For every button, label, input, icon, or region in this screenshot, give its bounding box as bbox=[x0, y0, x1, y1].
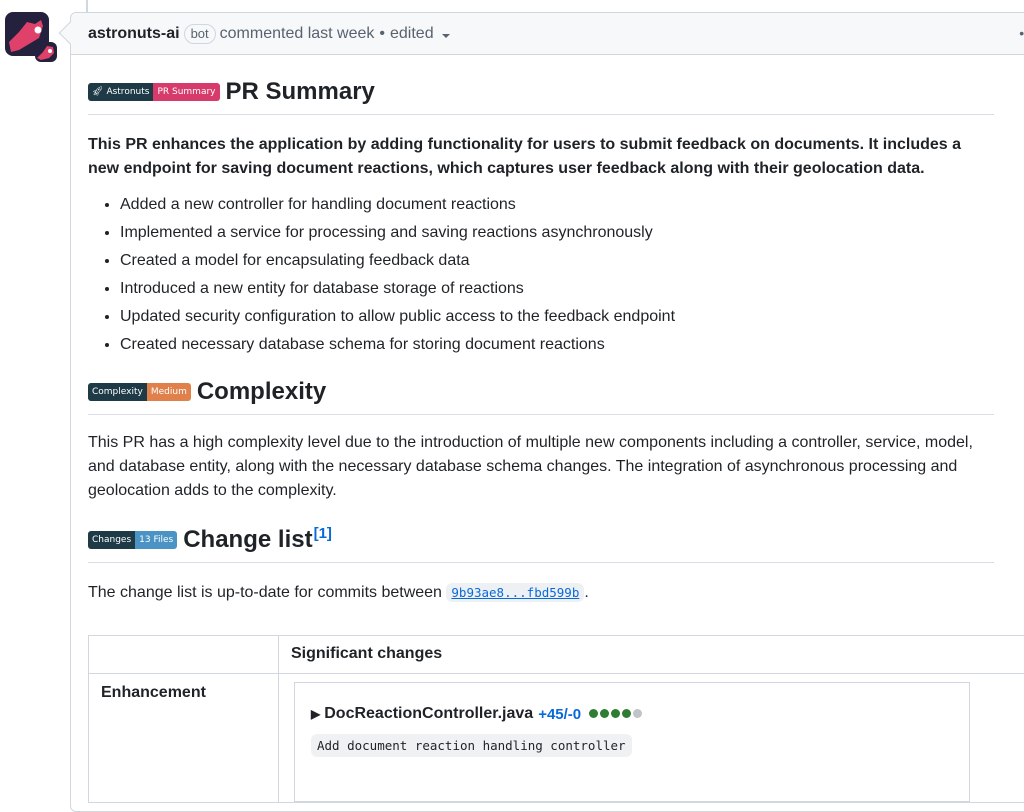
list-item: Added a new controller for handling docu… bbox=[120, 193, 994, 217]
badge-right: Medium bbox=[147, 383, 191, 401]
impact-dots bbox=[589, 705, 644, 723]
summary-lead: This PR enhances the application by addi… bbox=[88, 133, 994, 181]
summary-bullets: Added a new controller for handling docu… bbox=[88, 193, 994, 357]
badge-left-text: Astronuts bbox=[106, 87, 149, 97]
badge-right: 13 Files bbox=[135, 531, 177, 549]
comment-header: astronuts-ai bot commented last week • e… bbox=[71, 13, 1024, 55]
impact-dot-filled bbox=[611, 709, 620, 718]
table-header-significant: Significant changes bbox=[279, 636, 1024, 674]
comment-meta[interactable]: commented last week bbox=[220, 25, 375, 43]
pr-summary-badge: 🚀︎Astronuts PR Summary bbox=[88, 83, 220, 101]
table-row: Enhancement ▶ DocReactionController.java… bbox=[89, 674, 1024, 803]
file-description-wrap: Add document reaction handling controlle… bbox=[311, 737, 953, 755]
edited-dropdown[interactable]: edited bbox=[390, 25, 450, 43]
section-title: Complexity bbox=[197, 378, 326, 406]
caret-down-icon bbox=[442, 34, 450, 38]
list-item: Created a model for encapsulating feedba… bbox=[120, 249, 994, 273]
author-link[interactable]: astronuts-ai bbox=[88, 25, 180, 43]
impact-dot-filled bbox=[622, 709, 631, 718]
category-cell: Enhancement bbox=[89, 674, 279, 803]
diff-stat: +45/-0 bbox=[538, 706, 581, 723]
avatar[interactable] bbox=[5, 12, 57, 62]
timeline-line bbox=[86, 0, 88, 12]
complexity-text: This PR has a high complexity level due … bbox=[88, 431, 994, 503]
impact-dot-filled bbox=[600, 709, 609, 718]
list-item: Introduced a new entity for database sto… bbox=[120, 277, 994, 301]
comment-body: 🚀︎Astronuts PR Summary PR Summary This P… bbox=[71, 75, 1011, 605]
intro-end: . bbox=[584, 584, 588, 601]
file-details-box: ▶ DocReactionController.java +45/-0 Add … bbox=[294, 682, 970, 802]
comment-box: astronuts-ai bot commented last week • e… bbox=[70, 12, 1024, 812]
file-name: DocReactionController.java bbox=[324, 705, 533, 723]
section-title: Change list bbox=[183, 526, 312, 554]
badge-right: PR Summary bbox=[153, 83, 219, 101]
impact-dot-empty bbox=[633, 709, 642, 718]
separator: • bbox=[379, 25, 385, 43]
change-list-intro: The change list is up-to-date for commit… bbox=[88, 581, 994, 605]
changes-cell: ▶ DocReactionController.java +45/-0 Add … bbox=[279, 674, 1024, 803]
table-header-row: Significant changes bbox=[89, 636, 1024, 674]
change-table: Significant changes Enhancement ▶ DocRea… bbox=[88, 635, 1024, 803]
commit-range-link[interactable]: 9b93ae8...fbd599b bbox=[446, 583, 584, 602]
section-title: PR Summary bbox=[226, 78, 375, 106]
intro-text: The change list is up-to-date for commit… bbox=[88, 584, 442, 601]
pr-summary-heading: 🚀︎Astronuts PR Summary PR Summary bbox=[88, 75, 994, 115]
badge-left: Changes bbox=[88, 531, 135, 549]
complexity-badge: Complexity Medium bbox=[88, 383, 191, 401]
file-description: Add document reaction handling controlle… bbox=[311, 734, 632, 757]
footnote-link[interactable]: [1] bbox=[314, 525, 332, 542]
impact-dot-filled bbox=[589, 709, 598, 718]
complexity-heading: Complexity Medium Complexity bbox=[88, 375, 994, 415]
astronuts-logo-icon bbox=[5, 12, 57, 62]
list-item: Created necessary database schema for st… bbox=[120, 333, 994, 357]
change-list-heading: Changes 13 Files Change list [1] bbox=[88, 523, 994, 563]
file-summary-toggle[interactable]: ▶ DocReactionController.java +45/-0 bbox=[311, 705, 953, 723]
list-item: Updated security configuration to allow … bbox=[120, 305, 994, 329]
kebab-horizontal-icon[interactable]: ••• bbox=[1019, 25, 1024, 41]
table-header-empty bbox=[89, 636, 279, 674]
rocket-icon: 🚀︎ bbox=[92, 87, 106, 97]
list-item: Implemented a service for processing and… bbox=[120, 221, 994, 245]
edited-label: edited bbox=[390, 25, 434, 42]
badge-left: 🚀︎Astronuts bbox=[88, 83, 153, 101]
changes-badge: Changes 13 Files bbox=[88, 531, 177, 549]
bot-label: bot bbox=[184, 24, 216, 44]
disclosure-triangle-icon: ▶ bbox=[311, 707, 320, 721]
badge-left: Complexity bbox=[88, 383, 147, 401]
